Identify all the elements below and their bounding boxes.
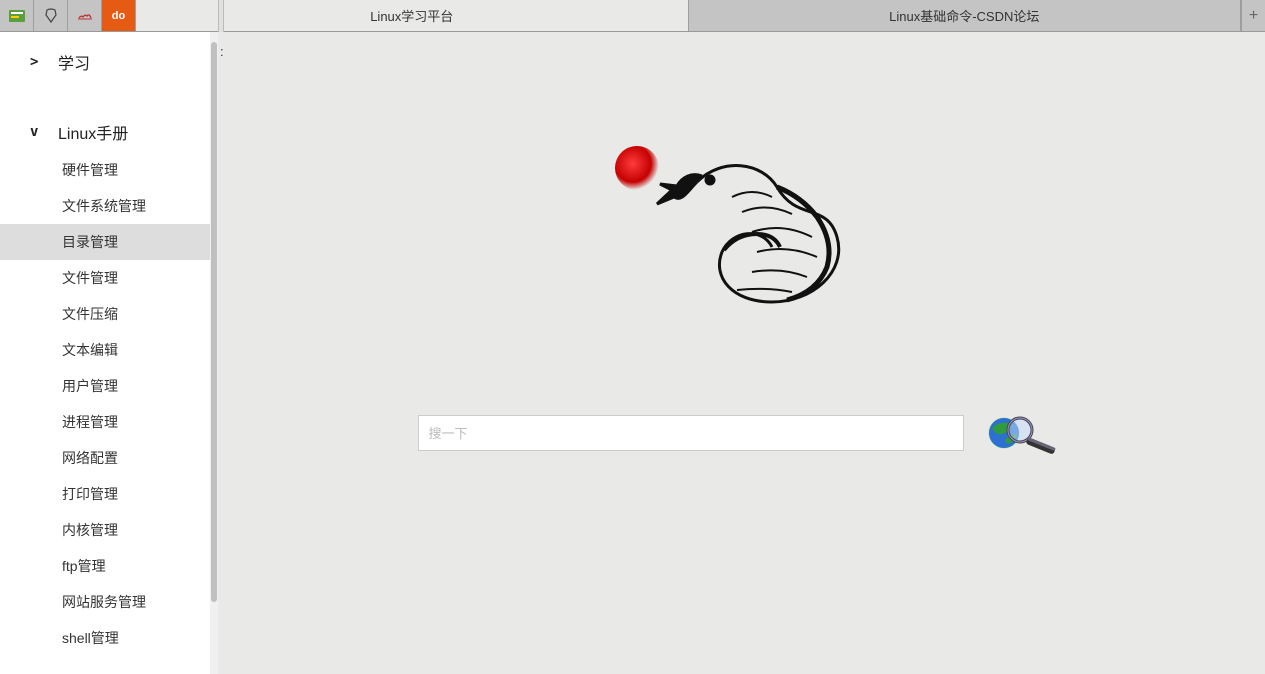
nav-section-study: > 学习 xyxy=(0,32,218,82)
tabbar-icon-group: do xyxy=(0,0,136,31)
tab-add-button[interactable]: + xyxy=(1241,0,1265,31)
nav-item-ftp[interactable]: ftp管理 xyxy=(0,548,218,584)
browser-tabbar: do Linux学习平台 Linux基础命令-CSDN论坛 + xyxy=(0,0,1265,32)
nav-section-linux-manual: v Linux手册 硬件管理 文件系统管理 目录管理 文件管理 文件压缩 文本编… xyxy=(0,102,218,656)
sidebar-scrollbar[interactable] xyxy=(210,32,218,674)
stray-colon: : xyxy=(220,44,224,59)
nav-item-file[interactable]: 文件管理 xyxy=(0,260,218,296)
nav-item-shell[interactable]: shell管理 xyxy=(0,620,218,656)
nav-header-study[interactable]: > 学习 xyxy=(0,32,218,82)
chevron-right-icon: > xyxy=(30,54,38,70)
plus-icon: + xyxy=(1249,7,1258,25)
chevron-down-icon: v xyxy=(30,124,38,140)
nav-header-linux-manual[interactable]: v Linux手册 xyxy=(0,102,218,152)
search-row xyxy=(218,410,1265,456)
nav-item-text-edit[interactable]: 文本编辑 xyxy=(0,332,218,368)
nav-item-print[interactable]: 打印管理 xyxy=(0,476,218,512)
tab-inactive-label: Linux基础命令-CSDN论坛 xyxy=(889,6,1039,25)
search-input[interactable] xyxy=(418,415,964,451)
tab-active-label: Linux学习平台 xyxy=(370,6,453,25)
nav-item-filesystem[interactable]: 文件系统管理 xyxy=(0,188,218,224)
tab-inactive[interactable]: Linux基础命令-CSDN论坛 xyxy=(689,0,1242,31)
nav-item-hardware[interactable]: 硬件管理 xyxy=(0,152,218,188)
nav-item-website[interactable]: 网站服务管理 xyxy=(0,584,218,620)
logo-wrap xyxy=(218,142,1265,342)
sidebar-scroll-thumb[interactable] xyxy=(211,42,217,602)
app-icon-2[interactable] xyxy=(34,0,68,31)
app-icon-3[interactable] xyxy=(68,0,102,31)
search-button[interactable] xyxy=(982,410,1066,456)
app-icon-1[interactable] xyxy=(0,0,34,31)
nav-item-compress[interactable]: 文件压缩 xyxy=(0,296,218,332)
globe-magnifier-icon xyxy=(982,410,1066,456)
nav-item-network[interactable]: 网络配置 xyxy=(0,440,218,476)
nav-item-directory[interactable]: 目录管理 xyxy=(0,224,218,260)
nav-header-linux-manual-label: Linux手册 xyxy=(58,120,128,144)
app-icon-4-do[interactable]: do xyxy=(102,0,136,31)
nav-item-process[interactable]: 进程管理 xyxy=(0,404,218,440)
snake-logo xyxy=(602,142,882,342)
nav-item-kernel[interactable]: 内核管理 xyxy=(0,512,218,548)
sidebar: > 学习 v Linux手册 硬件管理 文件系统管理 目录管理 文件管理 文件压… xyxy=(0,32,218,674)
nav-item-user[interactable]: 用户管理 xyxy=(0,368,218,404)
main-area: > 学习 v Linux手册 硬件管理 文件系统管理 目录管理 文件管理 文件压… xyxy=(0,32,1265,674)
content-area: : xyxy=(218,32,1265,674)
nav-header-study-label: 学习 xyxy=(58,50,90,74)
